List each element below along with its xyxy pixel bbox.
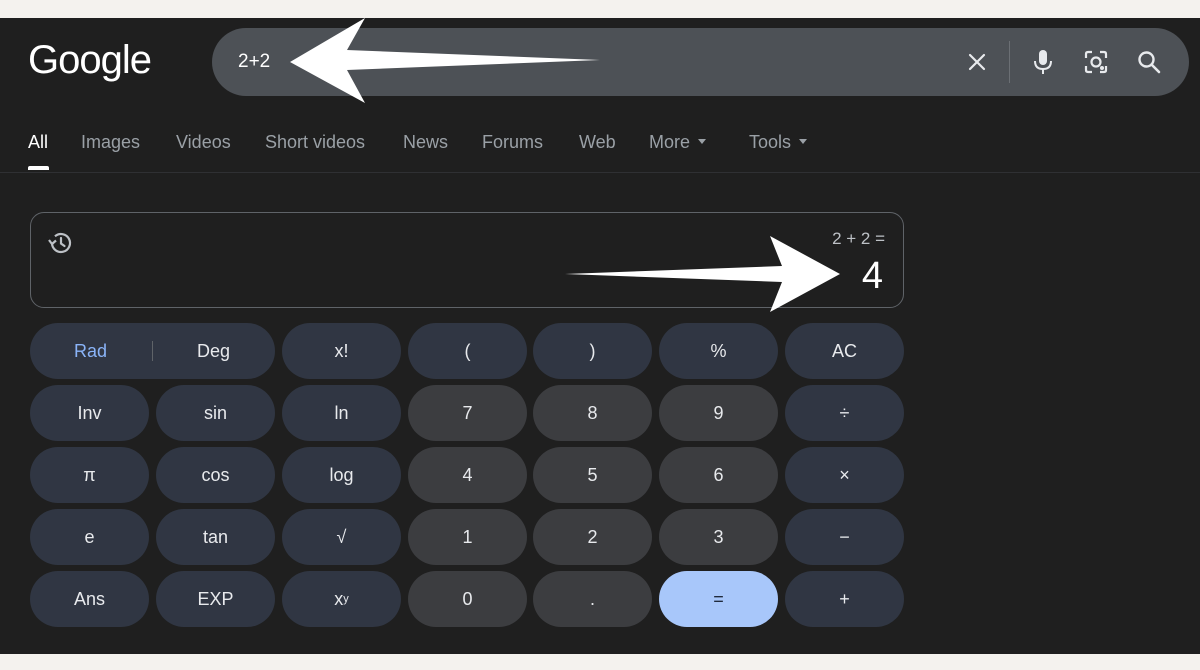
search-input[interactable]: 2+2	[238, 51, 270, 73]
cos-button[interactable]: cos	[156, 447, 275, 503]
percent-button[interactable]: %	[659, 323, 778, 379]
digit-1-button[interactable]: 1	[408, 509, 527, 565]
open-paren-button[interactable]: (	[408, 323, 527, 379]
ln-button[interactable]: ln	[282, 385, 401, 441]
divide-button[interactable]: ÷	[785, 385, 904, 441]
decimal-button[interactable]: .	[533, 571, 652, 627]
result-pointer-arrow-icon	[565, 236, 840, 312]
rad-deg-divider	[152, 341, 153, 361]
tabs-divider	[0, 172, 1200, 173]
rad-button[interactable]: Rad	[74, 341, 107, 362]
digit-8-button[interactable]: 8	[533, 385, 652, 441]
clear-button[interactable]: AC	[785, 323, 904, 379]
exp-button[interactable]: EXP	[156, 571, 275, 627]
google-logo[interactable]: Google	[28, 38, 152, 83]
tools-menu[interactable]: Tools	[749, 132, 808, 153]
tools-label: Tools	[749, 132, 792, 152]
tab-images[interactable]: Images	[81, 132, 140, 153]
chevron-down-icon	[799, 138, 808, 144]
tab-all[interactable]: All	[28, 132, 48, 153]
search-results-page: Google 2+2 All Images Videos Short video…	[0, 18, 1200, 654]
tab-more-label: More	[649, 132, 691, 152]
digit-2-button[interactable]: 2	[533, 509, 652, 565]
inv-button[interactable]: Inv	[30, 385, 149, 441]
tab-videos[interactable]: Videos	[176, 132, 231, 153]
pi-button[interactable]: π	[30, 447, 149, 503]
tan-button[interactable]: tan	[156, 509, 275, 565]
e-button[interactable]: e	[30, 509, 149, 565]
digit-6-button[interactable]: 6	[659, 447, 778, 503]
search-tabs: All Images Videos Short videos News Foru…	[0, 132, 1200, 174]
close-icon[interactable]	[959, 44, 995, 80]
multiply-button[interactable]: ×	[785, 447, 904, 503]
search-icon[interactable]	[1131, 44, 1167, 80]
power-button[interactable]: xy	[282, 571, 401, 627]
equals-button[interactable]: =	[659, 571, 778, 627]
microphone-icon[interactable]	[1025, 44, 1061, 80]
digit-3-button[interactable]: 3	[659, 509, 778, 565]
tab-news[interactable]: News	[403, 132, 448, 153]
calculator-result: 4	[861, 255, 883, 297]
rad-deg-toggle[interactable]: Rad Deg	[30, 323, 275, 379]
search-bar-divider	[1009, 41, 1010, 83]
history-icon[interactable]	[45, 227, 77, 259]
minus-button[interactable]: −	[785, 509, 904, 565]
sin-button[interactable]: sin	[156, 385, 275, 441]
digit-5-button[interactable]: 5	[533, 447, 652, 503]
digit-7-button[interactable]: 7	[408, 385, 527, 441]
power-base: x	[334, 588, 344, 609]
lens-icon[interactable]	[1078, 44, 1114, 80]
query-pointer-arrow-icon	[290, 18, 600, 103]
active-tab-indicator	[28, 166, 49, 170]
tab-forums[interactable]: Forums	[482, 132, 543, 153]
plus-button[interactable]: +	[785, 571, 904, 627]
log-button[interactable]: log	[282, 447, 401, 503]
chevron-down-icon	[698, 138, 707, 144]
ans-button[interactable]: Ans	[30, 571, 149, 627]
factorial-button[interactable]: x!	[282, 323, 401, 379]
digit-9-button[interactable]: 9	[659, 385, 778, 441]
power-exponent: y	[343, 593, 349, 605]
digit-4-button[interactable]: 4	[408, 447, 527, 503]
tab-short-videos[interactable]: Short videos	[265, 132, 365, 153]
tab-web[interactable]: Web	[579, 132, 616, 153]
sqrt-button[interactable]: √	[282, 509, 401, 565]
close-paren-button[interactable]: )	[533, 323, 652, 379]
deg-button[interactable]: Deg	[197, 341, 230, 362]
tab-more[interactable]: More	[649, 132, 707, 153]
digit-0-button[interactable]: 0	[408, 571, 527, 627]
